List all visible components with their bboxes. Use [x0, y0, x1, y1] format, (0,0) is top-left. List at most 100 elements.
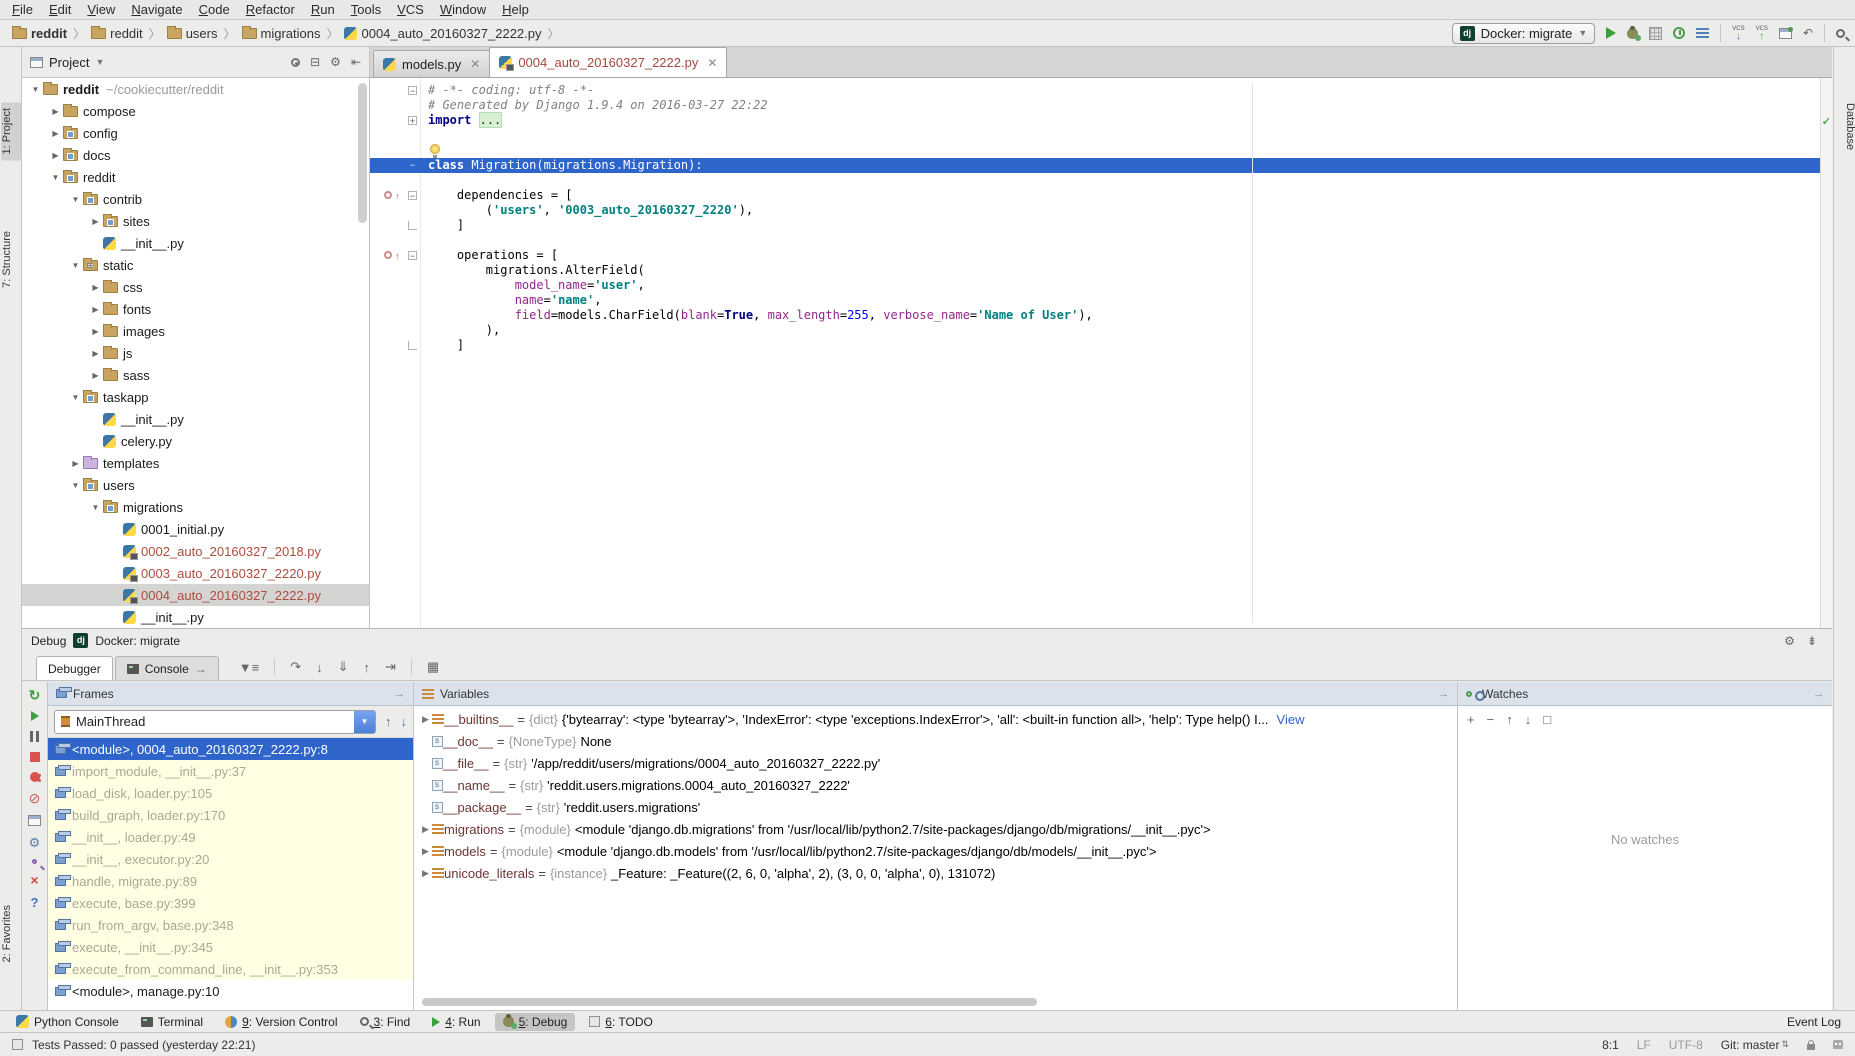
py-icon[interactable] [123, 523, 136, 536]
tree-item[interactable]: 0001_initial.py [22, 518, 369, 540]
code-line[interactable]: − operations = [ [370, 248, 1820, 263]
tree-item[interactable]: __init__.py [22, 232, 369, 254]
variable-item[interactable]: __name__={str}'reddit.users.migrations.0… [414, 774, 1457, 796]
console-icon[interactable] [127, 664, 139, 674]
fold-marker-icon[interactable]: − [408, 191, 417, 200]
field-watchpoint-icon[interactable] [384, 251, 392, 259]
pkg-icon[interactable] [63, 150, 78, 161]
fold-marker-icon[interactable]: − [408, 251, 417, 260]
chevron-collapsed-icon[interactable]: ▶ [419, 846, 432, 857]
folder-icon[interactable] [103, 370, 118, 381]
add-icon[interactable]: + [1467, 712, 1475, 727]
run-configuration-select[interactable]: dj Docker: migrate ▼ [1452, 23, 1596, 44]
hide-panel-icon[interactable]: → [394, 688, 405, 700]
code-line[interactable]: name='name', [370, 293, 1820, 308]
frame-item[interactable]: execute, base.py:399 [48, 892, 413, 914]
chevron-down-icon[interactable]: ▼ [95, 57, 104, 67]
code-line[interactable]: field=models.CharField(blank=True, max_l… [370, 308, 1820, 323]
chevron-collapsed-icon[interactable]: ▶ [48, 107, 63, 116]
pkg-icon[interactable] [103, 502, 118, 513]
pkg-icon[interactable] [63, 172, 78, 183]
frame-item[interactable]: execute_from_command_line, __init__.py:3… [48, 958, 413, 980]
menu-item-edit[interactable]: Edit [41, 1, 79, 18]
tree-item[interactable]: celery.py [22, 430, 369, 452]
evaluate-icon[interactable]: ▦ [427, 659, 439, 675]
code-line[interactable]: +import ... [370, 113, 1820, 128]
code-line[interactable] [370, 143, 1820, 158]
chevron-expanded-icon[interactable]: ▼ [68, 195, 83, 204]
tree-item[interactable]: ▼taskapp [22, 386, 369, 408]
hector-icon[interactable] [1833, 1040, 1843, 1049]
sidebar-item-favorites[interactable]: 2: Favorites [1, 899, 21, 968]
editor-tab[interactable]: models.py✕ [373, 50, 490, 77]
pkg-icon[interactable] [63, 128, 78, 139]
variable-item[interactable]: ▶models={module}<module 'django.db.model… [414, 840, 1457, 862]
fold-marker-icon[interactable]: + [408, 116, 417, 125]
frame-item[interactable]: handle, migrate.py:89 [48, 870, 413, 892]
tree-item[interactable]: ▼static [22, 254, 369, 276]
folder-icon[interactable] [103, 282, 118, 293]
tree-item[interactable]: __init__.py [22, 408, 369, 430]
pkg-icon[interactable] [83, 392, 98, 403]
toolwindow-button-todo[interactable]: 6: TODO [581, 1013, 661, 1031]
code-line[interactable] [370, 128, 1820, 143]
line-ending[interactable]: LF [1637, 1038, 1651, 1052]
event-log-button[interactable]: Event Log [1787, 1015, 1841, 1029]
remove-icon[interactable]: − [1487, 712, 1495, 727]
run-to-cursor-icon[interactable]: ⇥ [385, 659, 396, 675]
chevron-expanded-icon[interactable]: ▼ [28, 85, 43, 94]
pkg-icon[interactable] [103, 216, 118, 227]
debug-tab-debugger[interactable]: Debugger [36, 656, 113, 680]
pkg-icon[interactable] [83, 194, 98, 205]
project-tree-scrollbar[interactable] [358, 83, 367, 223]
pyl-icon[interactable] [499, 56, 512, 69]
breakpoint-icon[interactable] [385, 160, 396, 171]
chevron-down-icon[interactable]: ▼ [354, 711, 375, 733]
thread-select[interactable]: MainThread ▼ [54, 710, 376, 734]
code-line[interactable]: ), [370, 323, 1820, 338]
folder-icon[interactable] [91, 28, 106, 39]
close-icon[interactable]: × [30, 874, 38, 886]
hide-panel-icon[interactable]: → [1813, 688, 1824, 700]
tree-item[interactable]: 0002_auto_20160327_2018.py [22, 540, 369, 562]
menu-item-window[interactable]: Window [432, 1, 494, 18]
code-line[interactable]: −class Migration(migrations.Migration): [370, 158, 1820, 173]
folder-icon[interactable] [103, 326, 118, 337]
chevron-expanded-icon[interactable]: ▼ [48, 173, 63, 182]
folder-icon[interactable] [63, 106, 78, 117]
toolwindow-button-debug[interactable]: 5: Debug [495, 1013, 576, 1031]
pause-icon[interactable] [30, 731, 39, 742]
hide-icon[interactable]: ⇤ [351, 55, 361, 69]
menu-item-navigate[interactable]: Navigate [123, 1, 190, 18]
previous-frame-button[interactable]: ↑ [385, 714, 392, 729]
py-icon[interactable] [103, 435, 116, 448]
intention-bulb-icon[interactable] [430, 144, 440, 154]
editor-tab[interactable]: 0004_auto_20160327_2222.py✕ [489, 47, 727, 77]
chevron-expanded-icon[interactable]: ▼ [68, 481, 83, 490]
chevron-expanded-icon[interactable]: ▼ [68, 393, 83, 402]
menu-item-vcs[interactable]: VCS [389, 1, 432, 18]
tree-item[interactable]: ▼users [22, 474, 369, 496]
restore-layout-icon[interactable] [28, 815, 41, 826]
close-icon[interactable]: ✕ [470, 57, 480, 71]
dock-icon[interactable]: ⇟ [1807, 634, 1817, 648]
chevron-collapsed-icon[interactable]: ▶ [68, 459, 83, 468]
menu-item-help[interactable]: Help [494, 1, 537, 18]
mute-breakpoints-icon[interactable]: ⊘ [29, 792, 41, 805]
variable-item[interactable]: __file__={str}'/app/reddit/users/migrati… [414, 752, 1457, 774]
down-icon[interactable]: ↓ [1525, 712, 1532, 727]
chevron-collapsed-icon[interactable]: ▶ [88, 371, 103, 380]
menu-item-file[interactable]: File [4, 1, 41, 18]
code-line[interactable]: model_name='user', [370, 278, 1820, 293]
chevron-collapsed-icon[interactable]: ▶ [88, 305, 103, 314]
vcs-commit-icon[interactable]: VCS↑ [1756, 26, 1768, 40]
coverage-icon[interactable] [1649, 27, 1662, 40]
folder-icon[interactable] [103, 348, 118, 359]
chevron-collapsed-icon[interactable]: ▶ [419, 824, 432, 835]
tree-item[interactable]: ▶config [22, 122, 369, 144]
settings-icon[interactable]: ⚙ [330, 55, 341, 69]
file-encoding[interactable]: UTF-8 [1669, 1038, 1703, 1052]
view-breakpoints-icon[interactable] [30, 772, 40, 782]
tree-item[interactable]: ▶compose [22, 100, 369, 122]
frame-item[interactable]: import_module, __init__.py:37 [48, 760, 413, 782]
